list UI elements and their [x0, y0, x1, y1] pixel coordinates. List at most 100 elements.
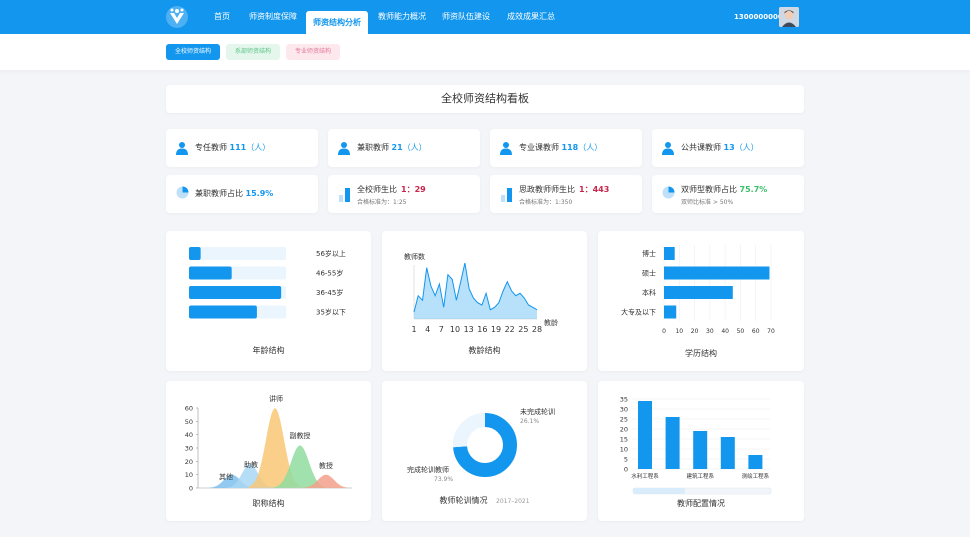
years-x-tick: 13: [464, 325, 474, 334]
nav-tab-results[interactable]: 成效成果汇总: [502, 0, 560, 34]
training-chart-title-row: 教师轮训情况 2017–2021: [382, 495, 587, 506]
user-icon: [338, 142, 350, 155]
alloc-y-tick: 25: [620, 416, 628, 424]
stat-politics-ratio: 思政教师师生比 1：443: [519, 185, 610, 194]
age-bar-label: 36-45岁: [316, 288, 343, 297]
stat-parttime-ratio: 兼职教师占比 15.9%: [195, 189, 274, 198]
nav-tab-team[interactable]: 师资队伍建设: [437, 0, 495, 34]
rank-series-label: 其他: [219, 472, 233, 481]
avatar-icon: [779, 7, 799, 27]
stat-card-parttime-ratio: 兼职教师占比 15.9%: [166, 175, 318, 213]
stat-card-public: 公共课教师 13（人）: [652, 129, 804, 167]
edu-x-tick: 0: [662, 328, 666, 335]
stat-card-politics-ratio: 思政教师师生比 1：443 合格标准为：1:350: [490, 175, 642, 213]
edu-bar-label: 本科: [642, 288, 656, 297]
allocation-chart: 0 5 10 15 20 25 30 35 水利工程系 建筑工程系 测绘工程系: [620, 396, 772, 495]
years-x-tick: 22: [505, 325, 515, 334]
years-x-tick: 10: [450, 325, 460, 334]
stat-dual-ratio-standard: 双师比标准 > 50%: [681, 199, 734, 206]
alloc-y-tick: 5: [624, 456, 628, 464]
alloc-y-tick: 15: [620, 436, 628, 444]
rank-series-label: 教授: [319, 461, 333, 470]
user-icon: [500, 142, 512, 155]
chart-card-allocation: 0 5 10 15 20 25 30 35 水利工程系 建筑工程系 测绘工程系 教师配置情况: [598, 381, 804, 521]
years-x-tick: 25: [518, 325, 528, 334]
years-x-tick: 4: [425, 325, 430, 334]
alloc-x-tick: 建筑工程系: [686, 472, 714, 480]
user-icon: [662, 142, 674, 155]
nav-tab-home[interactable]: 首页: [205, 0, 239, 34]
rank-y-tick: 50: [185, 418, 193, 426]
edu-x-tick: 40: [721, 328, 729, 335]
rank-series-label: 助教: [244, 460, 258, 469]
bar-chart-icon: [339, 188, 350, 202]
edu-x-tick: 30: [706, 328, 714, 335]
training-slice-label: 完成轮训教师: [407, 465, 449, 474]
rank-y-tick: 60: [185, 405, 193, 413]
stat-dual-ratio: 双师型教师占比 75.7%: [681, 185, 768, 194]
training-slice-value: 26.1%: [520, 418, 539, 425]
alloc-bar: [748, 455, 763, 469]
pill-major-structure[interactable]: 专业师资结构: [286, 44, 340, 60]
stat-public: 公共课教师 13（人）: [681, 143, 759, 152]
allocation-chart-title: 教师配置情况: [677, 499, 725, 508]
training-chart: 未完成轮训 26.1% 完成轮训教师 73.9%: [407, 407, 555, 483]
alloc-bar: [638, 401, 652, 469]
pie-chart-icon: [662, 186, 675, 199]
education-chart: 0 10 20 30 40 50 60 70 博士硕士本科大专及以下: [621, 245, 775, 335]
age-chart-title: 年龄结构: [252, 346, 285, 355]
bar-chart-icon: [501, 188, 512, 202]
teaching-years-chart: 教师数 1 4 7 10 13 16 19 22 25 28教龄: [404, 252, 558, 334]
age-bar-label: 46-55岁: [316, 269, 343, 278]
alloc-bar: [665, 417, 680, 469]
age-bar: [189, 305, 257, 319]
rank-y-tick: 0: [189, 485, 193, 493]
nav-tab-structure[interactable]: 师资结构分析: [306, 11, 368, 34]
years-y-label: 教师数: [404, 252, 425, 261]
alloc-y-tick: 20: [620, 426, 628, 434]
alloc-bar: [693, 431, 708, 469]
age-bar-label: 56岁以上: [316, 249, 346, 258]
education-chart-title: 学历结构: [685, 349, 717, 358]
rank-chart-title: 职称结构: [252, 499, 285, 508]
nav-tab-ability[interactable]: 教师能力概况: [373, 0, 431, 34]
edu-bar: [664, 247, 675, 260]
chart-card-education: 0 10 20 30 40 50 60 70 博士 硕士 本科 大专及以下 学历结构: [598, 231, 804, 371]
alloc-x-tick: 测绘工程系: [742, 472, 770, 480]
school-logo-icon[interactable]: [165, 5, 189, 29]
training-slice: [453, 413, 486, 448]
stat-card-parttime: 兼职教师 21（人）: [328, 129, 480, 167]
stat-card-student-ratio: 全校师生比 1：29 合格标准为：1:25: [328, 175, 480, 213]
stat-student-ratio-standard: 合格标准为：1:25: [357, 199, 407, 206]
alloc-y-tick: 0: [624, 466, 628, 474]
alloc-y-tick: 10: [620, 446, 628, 454]
edu-bar: [664, 305, 677, 319]
stat-student-ratio: 全校师生比 1：29: [357, 185, 426, 194]
training-chart-title: 教师轮训情况: [439, 496, 488, 505]
age-bar: [189, 247, 201, 260]
pill-department-structure[interactable]: 系部师资结构: [226, 44, 280, 60]
edu-bar: [664, 266, 770, 280]
edu-x-tick: 70: [767, 328, 775, 335]
stat-politics-ratio-standard: 合格标准为：1:350: [519, 199, 573, 206]
age-bar: [189, 266, 232, 280]
page-title: 全校师资结构看板: [441, 92, 529, 105]
stat-card-fulltime: 专任教师 111（人）: [166, 129, 318, 167]
chart-card-teaching-years: 教师数 1 4 7 10 13 16 19 22 25 28 教龄 教龄结构: [382, 231, 587, 371]
stat-card-dual-ratio: 双师型教师占比 75.7% 双师比标准 > 50%: [652, 175, 804, 213]
rank-chart: 0 10 20 30 40 50 60 其他 助教 讲师副教授教授: [185, 394, 352, 493]
teaching-years-chart-title: 教龄结构: [468, 346, 501, 355]
alloc-scrollbar-thumb[interactable]: [633, 488, 685, 494]
stat-parttime: 兼职教师 21（人）: [357, 143, 427, 152]
years-x-tick: 16: [477, 325, 487, 334]
chart-card-training: 未完成轮训 26.1% 完成轮训教师 73.9% 教师轮训情况 2017–2021: [382, 381, 587, 521]
rank-y-tick: 20: [185, 458, 193, 466]
pill-school-structure[interactable]: 全校师资结构: [166, 44, 220, 60]
avatar[interactable]: [779, 7, 799, 27]
pie-chart-icon: [176, 186, 189, 199]
years-area: [414, 263, 537, 319]
training-chart-subtitle: 2017–2021: [496, 498, 530, 505]
training-slice-value: 73.9%: [434, 476, 453, 483]
stat-card-major: 专业课教师 118（人）: [490, 129, 642, 167]
nav-tab-policy[interactable]: 师资制度保障: [244, 0, 302, 34]
